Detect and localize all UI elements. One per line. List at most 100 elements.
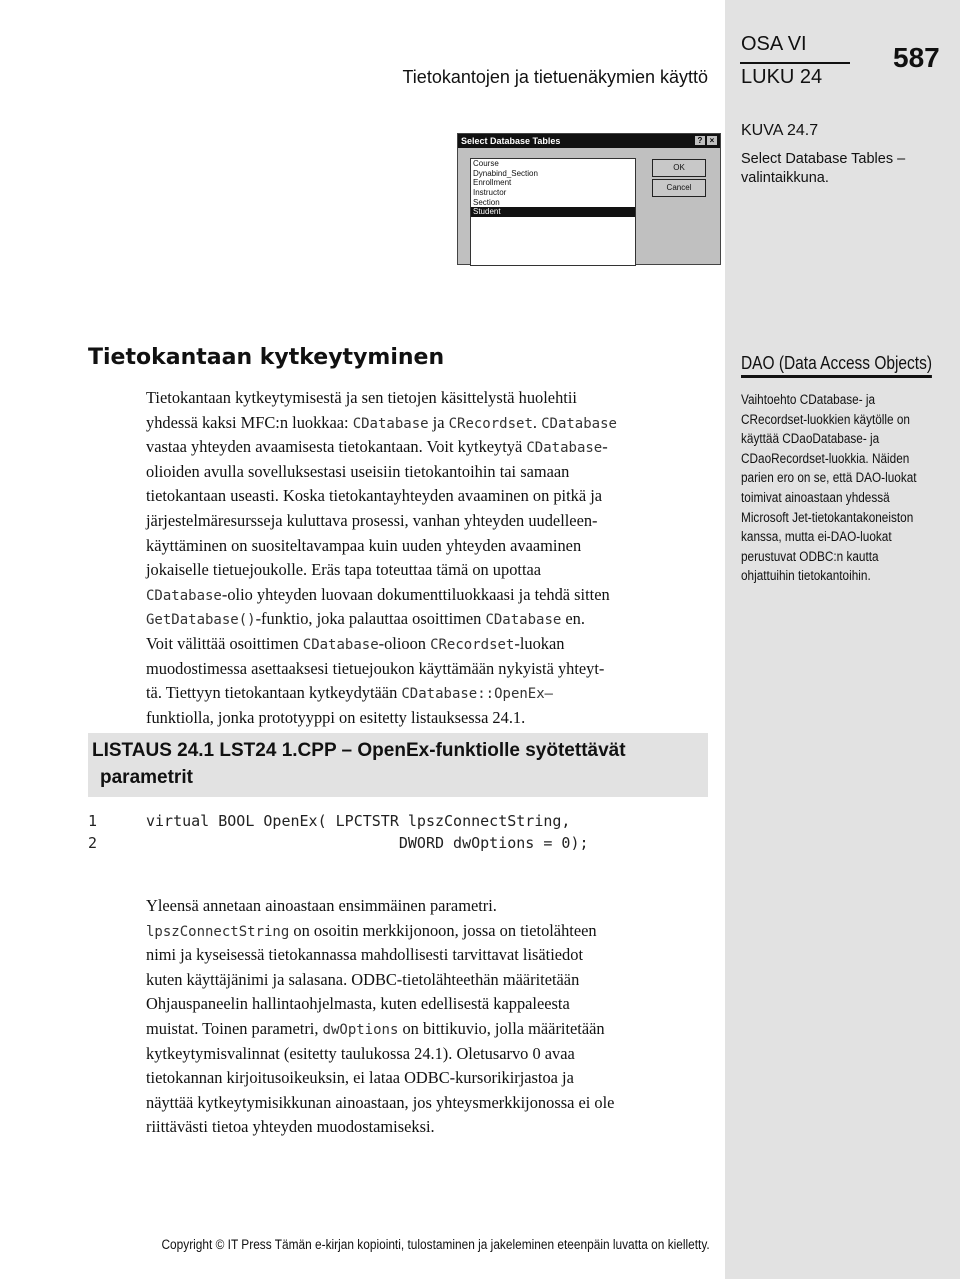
figure-caption-line: valintaikkuna. bbox=[741, 170, 829, 186]
text-run: käyttäminen on suositeltavampaa kuin uud… bbox=[146, 535, 582, 555]
running-title: Tietokantojen ja tietuenäkymien käyttö bbox=[402, 67, 708, 87]
text-line: tietokannan kirjoitusoikeuksin, ei lataa… bbox=[146, 1068, 574, 1088]
text-line: kuten käyttäjänimi ja salasana. ODBC-tie… bbox=[146, 970, 579, 990]
sidebar-line: CRecordset-luokkien käytölle on bbox=[741, 411, 910, 427]
text-line: jokaiselle tietuejoukolle. Eräs tapa tot… bbox=[146, 560, 541, 580]
dialog-title: Select Database Tables bbox=[461, 136, 561, 146]
text-run: tä. Tiettyyn tietokantaan kytkeydytään bbox=[146, 683, 402, 703]
text-line: CDatabase-olio yhteyden luovaan dokument… bbox=[146, 585, 610, 605]
list-item[interactable]: Enrollment bbox=[471, 178, 635, 188]
text-run: -olioon bbox=[378, 634, 431, 653]
text-line: vastaa yhteyden avaamisesta tietokantaan… bbox=[146, 437, 608, 457]
text-run: Yleensä annetaan ainoastaan ensimmäinen … bbox=[146, 896, 497, 915]
sidebar-line: kanssa, mutta ei-DAO-luokat bbox=[741, 529, 892, 545]
sidebar-line: Vaihtoehto CDatabase- ja bbox=[741, 392, 876, 407]
sidebar-line: Microsoft Jet-tietokantakoneiston bbox=[741, 509, 914, 525]
text-run: tietokannan kirjoitusoikeuksin, ei lataa… bbox=[146, 1068, 574, 1088]
text-run: -funktio, joka palauttaa osoittimen bbox=[255, 609, 486, 629]
text-run: ja bbox=[428, 412, 449, 432]
sidebar-line: ohjattuihin tietokantoihin. bbox=[741, 568, 871, 584]
text-run: riittävästi tietoa yhteyden muodostamise… bbox=[146, 1117, 435, 1137]
text-run: olioiden avulla sovelluksestasi useisiin… bbox=[146, 461, 570, 481]
text-run: on bittikuvio, jolla määritetään bbox=[398, 1019, 605, 1038]
sidebar-line: käyttää CDaoDatabase- ja bbox=[741, 431, 880, 447]
text-run: vastaa yhteyden avaamisesta tietokantaan… bbox=[146, 437, 527, 457]
text-line: muistat. Toinen parametri, dwOptions on … bbox=[146, 1019, 605, 1039]
list-item[interactable]: Course bbox=[471, 159, 635, 169]
list-item[interactable]: Instructor bbox=[471, 188, 635, 198]
text-run: funktiolla, jonka prototyyppi on esitett… bbox=[146, 707, 526, 727]
sidebar-line: toimivat ainoastaan yhdessä bbox=[741, 490, 890, 505]
line-number: 1 bbox=[88, 812, 98, 830]
sidebar-line: perustuvat ODBC:n kautta bbox=[741, 548, 879, 564]
inline-code: CDatabase::OpenEx bbox=[401, 686, 545, 703]
text-run: tietokantaan useasti. Koska tietokantayh… bbox=[146, 486, 603, 506]
text-run: muodostimessa asettaaksesi tietuejoukon … bbox=[146, 658, 605, 678]
text-run: . bbox=[532, 412, 542, 432]
tables-listbox[interactable]: Course Dynabind_Section Enrollment Instruct… bbox=[470, 158, 636, 266]
book-page: OSA VI LUKU 24 587 Tietokantojen ja tiet… bbox=[0, 0, 960, 1279]
sidebar-line: CDaoRecordset-luokkia. Näiden bbox=[741, 450, 910, 466]
text-line: tä. Tiettyyn tietokantaan kytkeydytään C… bbox=[146, 683, 553, 703]
list-item[interactable]: Student bbox=[471, 207, 635, 218]
text-run: Tietokantaan kytkeytymisestä ja sen tiet… bbox=[146, 388, 577, 407]
dialog-titlebar: Select Database Tables ? × bbox=[458, 134, 720, 148]
figure-label: KUVA 24.7 bbox=[741, 122, 819, 139]
select-database-tables-dialog: Select Database Tables ? × Course Dynabin… bbox=[457, 133, 721, 266]
text-run: kytkeytymisvalinnat (esitetty taulukossa… bbox=[146, 1043, 575, 1063]
text-line: Ohjauspaneelin hallintaohjelmasta, kuten… bbox=[146, 994, 570, 1014]
text-run: – bbox=[544, 683, 553, 703]
text-line: lpszConnectString on osoitin merkkijonoo… bbox=[146, 921, 597, 941]
text-run: nimi ja kyseisessä tietokannassa mahdoll… bbox=[146, 945, 583, 965]
text-run: -luokan bbox=[514, 634, 565, 653]
figure-caption-line: Select Database Tables – bbox=[741, 151, 906, 167]
inline-code: CRecordset bbox=[448, 415, 533, 432]
inline-code: CRecordset bbox=[430, 637, 515, 653]
inline-code: GetDatabase() bbox=[146, 612, 256, 629]
ok-button[interactable]: OK bbox=[652, 159, 706, 177]
sidebar-line: parien ero on se, että DAO-luokat bbox=[741, 470, 917, 486]
listing-header: LISTAUS 24.1 LST24 1.CPP – OpenEx-funkti… bbox=[88, 733, 708, 797]
inline-code: CDatabase bbox=[526, 440, 603, 457]
help-icon[interactable]: ? bbox=[695, 136, 705, 145]
code-line: virtual BOOL OpenEx( LPCTSTR lpszConnect… bbox=[146, 812, 571, 830]
listing-title: LISTAUS 24.1 LST24 1.CPP – OpenEx-funkti… bbox=[92, 740, 626, 761]
cancel-button[interactable]: Cancel bbox=[652, 179, 706, 197]
margin-column bbox=[725, 0, 960, 1279]
text-line: tietokantaan useasti. Koska tietokantayh… bbox=[146, 486, 602, 506]
text-run: on osoitin merkkijonoon, jossa on tietol… bbox=[289, 920, 597, 940]
line-number: 2 bbox=[88, 834, 98, 852]
part-label: OSA VI bbox=[741, 33, 807, 55]
page-number: 587 bbox=[893, 42, 940, 73]
text-run: yhdessä kaksi MFC:n luokkaa: bbox=[146, 412, 353, 432]
header-rule bbox=[740, 62, 850, 64]
text-line: olioiden avulla sovelluksestasi useisiin… bbox=[146, 462, 569, 482]
inline-code: CDatabase bbox=[485, 612, 562, 629]
text-line: GetDatabase()-funktio, joka palauttaa os… bbox=[146, 609, 585, 629]
text-run: -olio yhteyden luovaan dokumenttiluokkaa… bbox=[221, 584, 610, 604]
text-line: Voit välittää osoittimen CDatabase-olioo… bbox=[146, 634, 564, 654]
text-run: en. bbox=[561, 609, 585, 629]
text-line: käyttäminen on suositeltavampaa kuin uud… bbox=[146, 536, 581, 556]
section-title: Tietokantaan kytkeytyminen bbox=[88, 345, 445, 370]
text-run: kuten käyttäjänimi ja salasana. ODBC-tie… bbox=[146, 969, 580, 989]
inline-code: CDatabase bbox=[352, 415, 429, 432]
inline-code: lpszConnectString bbox=[146, 923, 290, 940]
code-line: DWORD dwOptions = 0); bbox=[146, 834, 589, 852]
inline-code: dwOptions bbox=[322, 1022, 399, 1038]
text-run: - bbox=[602, 437, 608, 457]
text-line: Tietokantaan kytkeytymisestä ja sen tiet… bbox=[146, 388, 577, 408]
inline-code: CDatabase bbox=[146, 587, 222, 604]
listing-title-cont: parametrit bbox=[100, 767, 193, 788]
text-line: riittävästi tietoa yhteyden muodostamise… bbox=[146, 1117, 435, 1137]
list-item[interactable]: Dynabind_Section bbox=[471, 169, 635, 179]
text-line: yhdessä kaksi MFC:n luokkaa: CDatabase j… bbox=[146, 413, 617, 433]
text-line: järjestelmäresursseja kuluttava prosessi… bbox=[146, 511, 598, 531]
text-line: Yleensä annetaan ainoastaan ensimmäinen … bbox=[146, 896, 497, 916]
text-line: muodostimessa asettaaksesi tietuejoukon … bbox=[146, 659, 604, 679]
list-item[interactable]: Section bbox=[471, 198, 635, 208]
text-run: järjestelmäresursseja kuluttava prosessi… bbox=[146, 511, 598, 530]
inline-code: CDatabase bbox=[302, 637, 379, 653]
close-icon[interactable]: × bbox=[707, 136, 717, 145]
text-run: jokaiselle tietuejoukolle. Eräs tapa tot… bbox=[146, 560, 542, 580]
